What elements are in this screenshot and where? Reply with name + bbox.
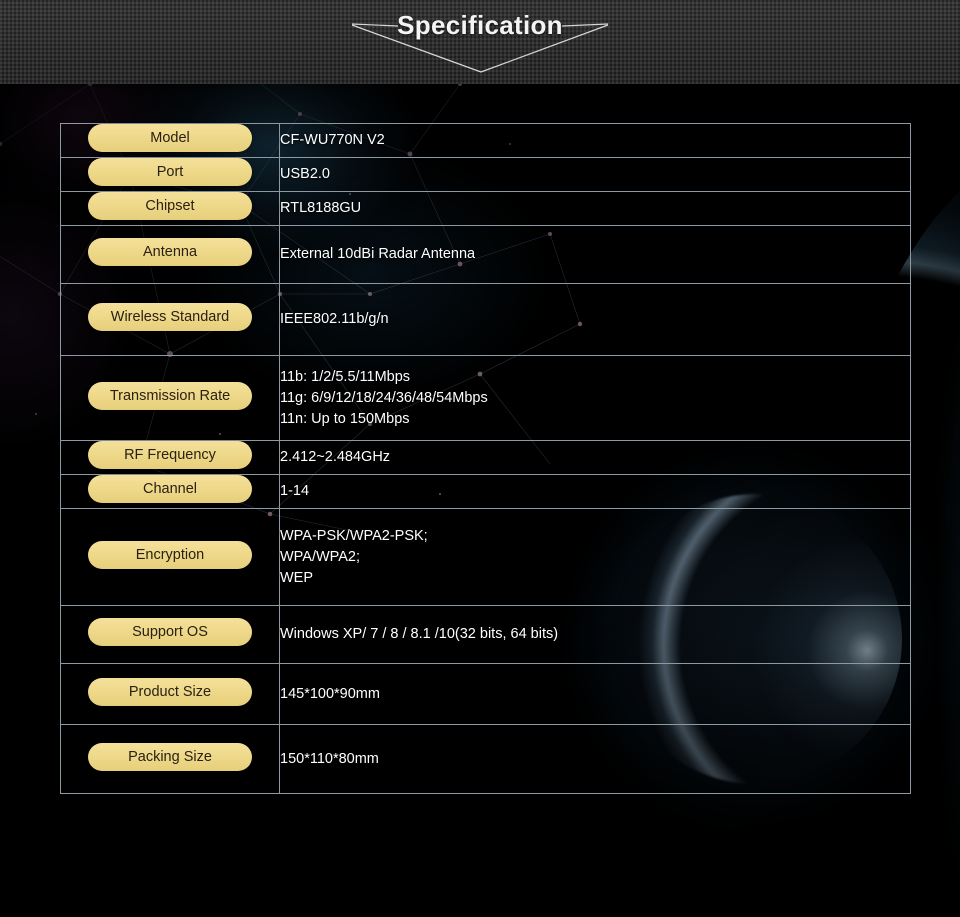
table-row: Channel 1-14 — [61, 475, 911, 509]
label-cell: Channel — [61, 475, 280, 509]
label-cell: Wireless Standard — [61, 284, 280, 356]
specification-table: Model CF-WU770N V2 Port USB2.0 Chipset R… — [60, 123, 911, 794]
table-row: Transmission Rate 11b: 1/2/5.5/11Mbps 11… — [61, 356, 911, 441]
table-row: Antenna External 10dBi Radar Antenna — [61, 226, 911, 284]
label-cell: Support OS — [61, 606, 280, 664]
spec-label-pill: Chipset — [88, 192, 252, 220]
value-cell: 11b: 1/2/5.5/11Mbps 11g: 6/9/12/18/24/36… — [280, 356, 911, 441]
table-row: Support OS Windows XP/ 7 / 8 / 8.1 /10(3… — [61, 606, 911, 664]
table-row: Chipset RTL8188GU — [61, 192, 911, 226]
value-cell: 2.412~2.484GHz — [280, 441, 911, 475]
value-cell: IEEE802.11b/g/n — [280, 284, 911, 356]
table-row: Wireless Standard IEEE802.11b/g/n — [61, 284, 911, 356]
spec-label-pill: Channel — [88, 475, 252, 503]
value-cell: External 10dBi Radar Antenna — [280, 226, 911, 284]
table-row: Port USB2.0 — [61, 158, 911, 192]
spec-label-pill: Product Size — [88, 678, 252, 706]
table-row: Packing Size 150*110*80mm — [61, 725, 911, 794]
spec-label-pill: Port — [88, 158, 252, 186]
specification-page: Specification — [0, 0, 960, 917]
table-row: Encryption WPA-PSK/WPA2-PSK; WPA/WPA2; W… — [61, 509, 911, 606]
spec-label-pill: Encryption — [88, 541, 252, 569]
label-cell: Packing Size — [61, 725, 280, 794]
spec-label-pill: Model — [88, 124, 252, 152]
table-row: Product Size 145*100*90mm — [61, 664, 911, 725]
label-cell: RF Frequency — [61, 441, 280, 475]
label-cell: Chipset — [61, 192, 280, 226]
table-row: RF Frequency 2.412~2.484GHz — [61, 441, 911, 475]
spec-label-pill: Transmission Rate — [88, 382, 252, 410]
label-cell: Port — [61, 158, 280, 192]
page-title: Specification — [0, 10, 960, 41]
spec-label-pill: RF Frequency — [88, 441, 252, 469]
value-cell: 145*100*90mm — [280, 664, 911, 725]
label-cell: Transmission Rate — [61, 356, 280, 441]
spec-label-pill: Support OS — [88, 618, 252, 646]
spec-label-pill: Antenna — [88, 238, 252, 266]
value-cell: 1-14 — [280, 475, 911, 509]
label-cell: Model — [61, 124, 280, 158]
value-cell: RTL8188GU — [280, 192, 911, 226]
header-band: Specification — [0, 0, 960, 84]
value-cell: 150*110*80mm — [280, 725, 911, 794]
value-cell: Windows XP/ 7 / 8 / 8.1 /10(32 bits, 64 … — [280, 606, 911, 664]
value-cell: USB2.0 — [280, 158, 911, 192]
spec-label-pill: Wireless Standard — [88, 303, 252, 331]
table-row: Model CF-WU770N V2 — [61, 124, 911, 158]
label-cell: Antenna — [61, 226, 280, 284]
spec-label-pill: Packing Size — [88, 743, 252, 771]
label-cell: Product Size — [61, 664, 280, 725]
value-cell: WPA-PSK/WPA2-PSK; WPA/WPA2; WEP — [280, 509, 911, 606]
value-cell: CF-WU770N V2 — [280, 124, 911, 158]
label-cell: Encryption — [61, 509, 280, 606]
